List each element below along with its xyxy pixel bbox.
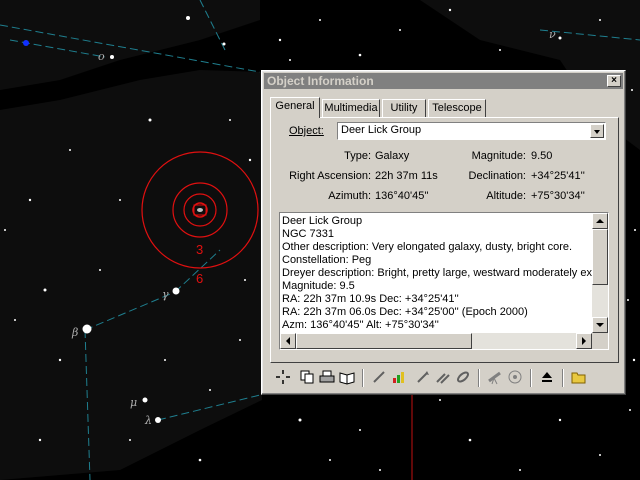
description-line: Dreyer description: Bright, pretty large… — [282, 267, 592, 279]
type-value: Galaxy — [375, 150, 410, 162]
toolbar-separator — [562, 369, 564, 387]
book-icon[interactable] — [338, 369, 356, 387]
declination-label: Declination: — [468, 170, 526, 182]
tab-general[interactable]: General — [270, 97, 320, 118]
scroll-corner — [592, 333, 608, 349]
center-object-icon[interactable] — [274, 369, 292, 387]
star-label-omicron: ο — [98, 50, 105, 63]
description-line: Other description: Very elongated galaxy… — [282, 241, 573, 253]
description-line: Constellation: Peg — [282, 254, 372, 266]
tab-utility[interactable]: Utility — [382, 99, 426, 117]
star-label-lambda: λ — [144, 414, 152, 427]
toolbar-separator — [362, 369, 364, 387]
scroll-left-button[interactable] — [280, 333, 296, 349]
open-folder-icon[interactable] — [570, 369, 588, 387]
general-panel: Object: Deer Lick Group Type: Galaxy Mag… — [270, 117, 619, 363]
close-button[interactable]: × — [607, 75, 621, 87]
ring-label-6: 6 — [196, 271, 203, 286]
arrow-right-icon — [582, 337, 586, 345]
magnitude-label: Magnitude: — [471, 150, 526, 162]
copy-icon[interactable] — [298, 369, 316, 387]
azimuth-value: 136°40'45'' — [375, 190, 429, 202]
arrow-down-icon — [596, 323, 604, 327]
vertical-scrollbar[interactable] — [592, 213, 608, 333]
right-ascension-value: 22h 37m 11s — [375, 170, 438, 182]
dialog-toolbar — [270, 367, 619, 389]
object-information-dialog: Object Information × General Multimedia … — [261, 70, 626, 395]
object-label: Object: — [289, 125, 324, 137]
arrow-up-icon — [596, 219, 604, 223]
up-arrow-icon[interactable] — [538, 369, 556, 387]
azimuth-label: Azimuth: — [328, 190, 371, 202]
chevron-down-icon[interactable] — [590, 124, 604, 138]
vertical-scroll-thumb[interactable] — [592, 229, 608, 285]
telescope-icon[interactable] — [486, 369, 504, 387]
horizontal-scrollbar[interactable] — [280, 333, 592, 349]
galaxy-marker[interactable] — [197, 208, 203, 212]
arrow-left-icon — [286, 337, 290, 345]
type-label: Type: — [344, 150, 371, 162]
scroll-up-button[interactable] — [592, 213, 608, 229]
link-icon[interactable] — [454, 369, 472, 387]
star-label-nu: ν — [549, 28, 556, 41]
scroll-right-button[interactable] — [576, 333, 592, 349]
description-line: Magnitude: 9.5 — [282, 280, 355, 292]
description-textbox[interactable]: Deer Lick Group NGC 7331 Other descripti… — [279, 212, 609, 350]
altitude-value: +75°30'34'' — [531, 190, 585, 202]
tab-telescope[interactable]: Telescope — [428, 99, 486, 117]
object-select-value: Deer Lick Group — [341, 124, 422, 136]
magnitude-value: 9.50 — [531, 150, 553, 162]
declination-value: +34°25'41'' — [531, 170, 585, 182]
right-ascension-label: Right Ascension: — [289, 170, 371, 182]
object-select[interactable]: Deer Lick Group — [337, 122, 606, 140]
horizontal-scroll-thumb[interactable] — [296, 333, 472, 349]
edit-arrow-icon[interactable] — [414, 369, 432, 387]
star-label-beta: β — [71, 326, 78, 339]
toolbar-separator — [478, 369, 480, 387]
toolbar-separator — [530, 369, 532, 387]
description-line: RA: 22h 37m 10.9s Dec: +34°25'41'' — [282, 293, 459, 305]
scroll-down-button[interactable] — [592, 317, 608, 333]
altitude-label: Altitude: — [486, 190, 526, 202]
star-label-mu: μ — [130, 396, 137, 409]
print-icon[interactable] — [318, 369, 336, 387]
edit-multi-icon[interactable] — [434, 369, 452, 387]
description-lines: Deer Lick Group NGC 7331 Other descripti… — [282, 215, 592, 332]
pencil-icon[interactable] — [370, 369, 388, 387]
chart-icon[interactable] — [390, 369, 408, 387]
target-icon[interactable] — [506, 369, 524, 387]
description-line: NGC 7331 — [282, 228, 334, 240]
description-line: RA: 22h 37m 06.0s Dec: +34°25'00'' (Epoc… — [282, 306, 528, 318]
dialog-titlebar[interactable]: Object Information × — [264, 73, 623, 89]
ring-label-3: 3 — [196, 242, 203, 257]
dialog-title: Object Information — [267, 74, 374, 88]
star[interactable] — [23, 40, 29, 46]
tab-multimedia[interactable]: Multimedia — [322, 99, 380, 117]
star-label-gamma: γ — [162, 288, 169, 301]
sky-region — [0, 70, 262, 480]
description-line: Deer Lick Group — [282, 215, 363, 227]
description-line: Azm: 136°40'45'' Alt: +75°30'34'' — [282, 319, 439, 331]
